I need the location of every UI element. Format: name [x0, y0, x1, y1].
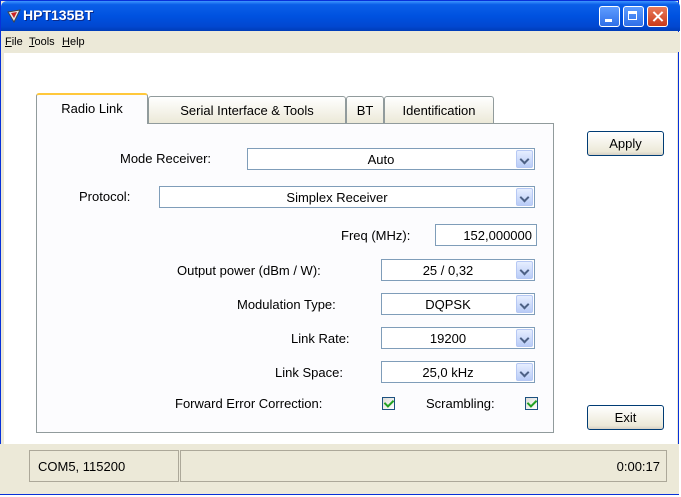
menu-file[interactable]: File [5, 36, 23, 48]
modulation-label: Modulation Type: [237, 297, 336, 312]
output-power-value: 25 / 0,32 [422, 263, 474, 278]
menu-bar: File Tools Help [1, 32, 680, 52]
chevron-down-icon[interactable] [516, 188, 533, 206]
modulation-value: DQPSK [425, 297, 471, 312]
window-title: HPT135BT [23, 7, 94, 23]
freq-label: Freq (MHz): [341, 228, 411, 243]
output-power-label: Output power (dBm / W): [177, 263, 321, 278]
menu-help[interactable]: Help [62, 36, 85, 48]
freq-input[interactable]: 152,000000 [435, 224, 537, 246]
link-space-value: 25,0 kHz [422, 365, 474, 380]
exit-button[interactable]: Exit [587, 405, 664, 430]
radio-link-panel: Mode Receiver: Auto Protocol: Simplex Re… [36, 123, 554, 433]
mode-receiver-combo[interactable]: Auto [247, 148, 535, 170]
tab-identification[interactable]: Identification [384, 96, 494, 123]
maximize-button[interactable] [623, 6, 644, 27]
modulation-combo[interactable]: DQPSK [381, 293, 535, 315]
chevron-down-icon[interactable] [516, 295, 533, 313]
apply-button[interactable]: Apply [587, 131, 664, 156]
tab-serial-interface[interactable]: Serial Interface & Tools [148, 96, 346, 123]
chevron-down-icon[interactable] [516, 261, 533, 279]
fec-checkbox[interactable] [382, 397, 395, 410]
scrambling-checkbox[interactable] [525, 397, 538, 410]
protocol-combo[interactable]: Simplex Receiver [159, 186, 535, 208]
mode-receiver-value: Auto [367, 152, 395, 167]
app-icon [7, 9, 21, 23]
scrambling-label: Scrambling: [426, 396, 495, 411]
close-button[interactable] [647, 6, 668, 27]
status-time: 0:00:17 [180, 450, 667, 482]
title-bar[interactable]: HPT135BT [1, 1, 680, 31]
link-rate-combo[interactable]: 19200 [381, 327, 535, 349]
fec-label: Forward Error Correction: [175, 396, 323, 411]
tab-bt[interactable]: BT [346, 96, 384, 123]
tab-radio-link[interactable]: Radio Link [36, 93, 148, 124]
output-power-combo[interactable]: 25 / 0,32 [381, 259, 535, 281]
protocol-value: Simplex Receiver [286, 190, 388, 205]
mode-receiver-label: Mode Receiver: [120, 151, 212, 166]
link-rate-value: 19200 [429, 331, 467, 346]
chevron-down-icon[interactable] [516, 363, 533, 381]
chevron-down-icon[interactable] [516, 329, 533, 347]
minimize-button[interactable] [599, 6, 620, 27]
link-space-label: Link Space: [275, 365, 343, 380]
link-space-combo[interactable]: 25,0 kHz [381, 361, 535, 383]
protocol-label: Protocol: [79, 189, 131, 204]
chevron-down-icon[interactable] [516, 150, 533, 168]
menu-tools[interactable]: Tools [29, 36, 55, 48]
link-rate-label: Link Rate: [291, 331, 350, 346]
status-port: COM5, 115200 [29, 450, 179, 482]
